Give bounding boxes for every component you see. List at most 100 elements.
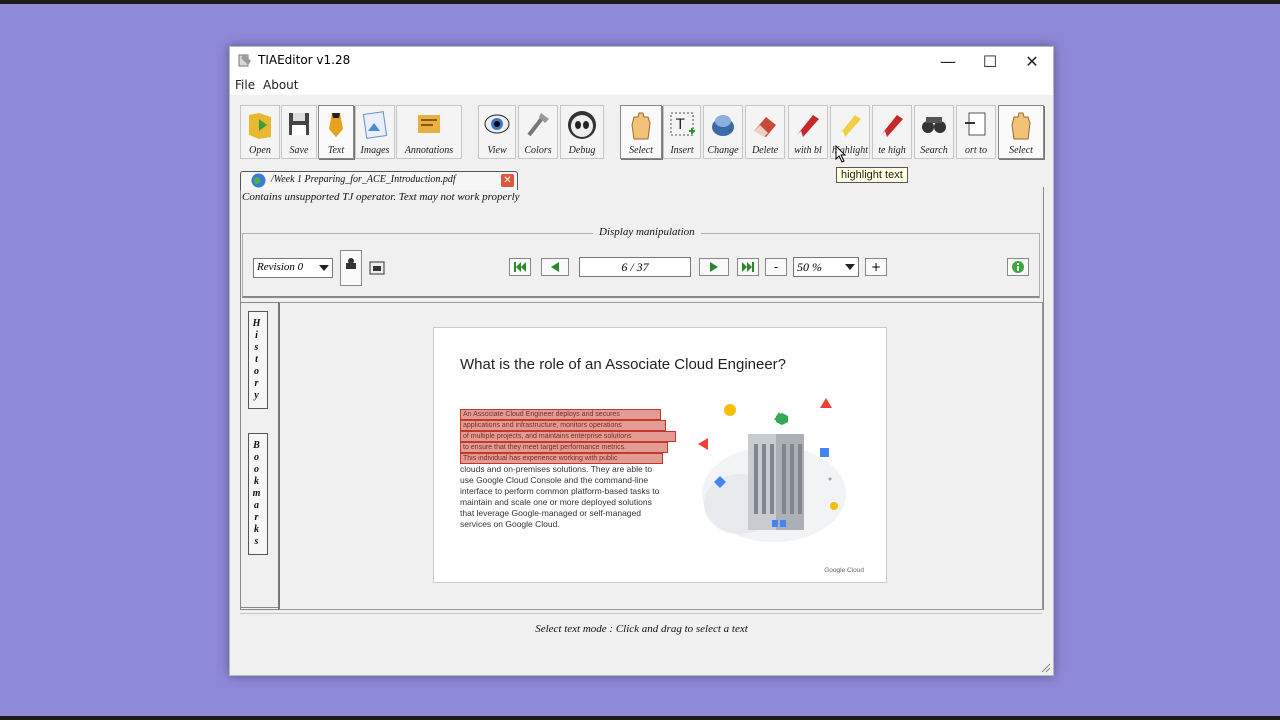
annotations-button[interactable]: Annotations: [396, 105, 462, 159]
tab-close-icon[interactable]: ✕: [501, 174, 514, 187]
change-button[interactable]: Change: [703, 105, 743, 159]
first-page-icon: [514, 262, 526, 272]
google-cloud-logo: Google Cloud: [824, 567, 864, 574]
chevron-down-icon: [319, 265, 329, 271]
insert-button[interactable]: T Insert: [663, 105, 701, 159]
eraser-icon: [754, 117, 776, 137]
toolbar: Open Save Text Images Annotations View C…: [240, 105, 1044, 163]
highlighted-line[interactable]: An Associate Cloud Engineer deploys and …: [460, 409, 661, 420]
previous-page-icon: [551, 262, 559, 272]
history-tab[interactable]: History: [248, 311, 268, 409]
view-button[interactable]: View: [478, 105, 516, 159]
notes-icon: [418, 115, 440, 133]
view-label: View: [487, 145, 507, 156]
image-icon: [362, 111, 388, 139]
with-blue-button[interactable]: with bl: [788, 105, 828, 159]
eye-icon: [484, 114, 510, 134]
maximize-button[interactable]: ☐: [969, 47, 1011, 75]
resize-grip-icon[interactable]: [1041, 663, 1051, 673]
group-title: Display manipulation: [593, 226, 701, 238]
menu-file[interactable]: File: [235, 78, 255, 92]
delete-button[interactable]: Delete: [745, 105, 785, 159]
text-button[interactable]: Text: [318, 105, 354, 159]
body-line: clouds and on-premises solutions. They a…: [460, 464, 653, 474]
previous-page-button[interactable]: [541, 258, 569, 276]
delete-label: Delete: [751, 145, 779, 156]
menu-about[interactable]: About: [263, 78, 298, 92]
menu-bar: File About: [230, 75, 1053, 95]
close-button[interactable]: ✕: [1011, 47, 1053, 75]
zoom-out-button[interactable]: -: [765, 258, 787, 276]
highlighted-line[interactable]: applications and infrastructure, monitor…: [460, 420, 666, 431]
window-title: TIAEditor v1.28: [258, 53, 351, 67]
debug-button[interactable]: Debug: [560, 105, 604, 159]
highlighted-line[interactable]: This individual has experience working w…: [460, 453, 663, 464]
hand-icon: [631, 112, 651, 140]
pdf-page[interactable]: What is the role of an Associate Cloud E…: [433, 327, 887, 583]
save-revision-button[interactable]: [367, 258, 389, 280]
body-line: use Google Cloud Console and the command…: [460, 475, 649, 485]
minimize-button[interactable]: —: [927, 47, 969, 75]
globe-icon: [251, 173, 266, 188]
images-button[interactable]: Images: [355, 105, 395, 159]
marker-icon: [881, 115, 903, 137]
zoom-value: 50 %: [797, 260, 822, 274]
bookmarks-tab[interactable]: Bookmarks: [248, 433, 268, 555]
insert-label: Insert: [670, 145, 694, 156]
tooltip: highlight text: [836, 167, 908, 183]
screen-top-edge: [0, 0, 1280, 4]
revision-select[interactable]: Revision 0: [253, 258, 333, 278]
svg-text:T: T: [675, 117, 685, 133]
warning-message: Contains unsupported TJ operator. Text m…: [242, 191, 520, 203]
title-bar[interactable]: TIAEditor v1.28 — ☐ ✕: [230, 47, 1053, 75]
select-button[interactable]: Select: [620, 105, 662, 159]
revision-value: Revision 0: [257, 261, 304, 273]
highlighted-line[interactable]: of multiple projects, and maintains ente…: [460, 431, 676, 442]
export-icon: [965, 112, 986, 136]
document-tab-name: /Week 1 Preparing_for_ACE_Introduction.p…: [271, 174, 456, 185]
first-page-button[interactable]: [509, 258, 531, 276]
open-label: Open: [249, 145, 271, 156]
alien-icon: [568, 111, 596, 139]
chevron-down-icon: [845, 264, 855, 270]
bookmarks-tab-label: Bookmarks: [251, 440, 262, 548]
open-button[interactable]: Open: [240, 105, 280, 159]
insert-text-icon: T: [670, 112, 695, 136]
colors-button[interactable]: Colors: [518, 105, 558, 159]
next-page-button[interactable]: [699, 258, 729, 276]
highlighter-icon: [839, 115, 861, 137]
debug-label: Debug: [568, 145, 596, 156]
highlighted-line[interactable]: to ensure that they meet target performa…: [460, 442, 668, 453]
binoculars-icon: [922, 117, 946, 133]
display-manipulation-group: Display manipulation Revision 0 6 / 37 -…: [242, 226, 1040, 298]
search-button[interactable]: Search: [914, 105, 954, 159]
select-mode-button[interactable]: Select: [998, 105, 1044, 159]
history-tab-label: History: [251, 318, 262, 402]
mouse-cursor-icon: [835, 145, 847, 163]
document-tab[interactable]: /Week 1 Preparing_for_ACE_Introduction.p…: [240, 171, 518, 190]
sidebar: History Bookmarks: [240, 302, 280, 608]
page-number-input[interactable]: 6 / 37: [579, 257, 691, 277]
select-label: Select: [629, 145, 653, 156]
info-button[interactable]: [1007, 258, 1029, 276]
hand-icon: [1011, 112, 1031, 140]
apply-revision-button[interactable]: [340, 250, 362, 286]
zoom-in-button[interactable]: +: [865, 258, 887, 276]
delete-highlight-label: te high: [878, 145, 906, 156]
text-label: Text: [327, 145, 345, 156]
marker-icon: [797, 115, 819, 137]
save-button[interactable]: Save: [281, 105, 317, 159]
export-to-button[interactable]: ort to: [956, 105, 996, 159]
save-label: Save: [289, 145, 309, 156]
change-icon: [712, 115, 734, 136]
delete-highlight-button[interactable]: te high: [872, 105, 912, 159]
body-line: interface to perform common platform-bas…: [460, 486, 660, 496]
stamp-icon: [369, 261, 385, 275]
status-message: Select text mode : Click and drag to sel…: [535, 623, 748, 635]
export-to-label: ort to: [965, 145, 987, 156]
annotations-label: Annotations: [404, 145, 454, 156]
last-page-icon: [742, 262, 754, 272]
zoom-select[interactable]: 50 %: [793, 257, 859, 277]
stamp-icon: [346, 258, 356, 269]
last-page-button[interactable]: [737, 258, 759, 276]
